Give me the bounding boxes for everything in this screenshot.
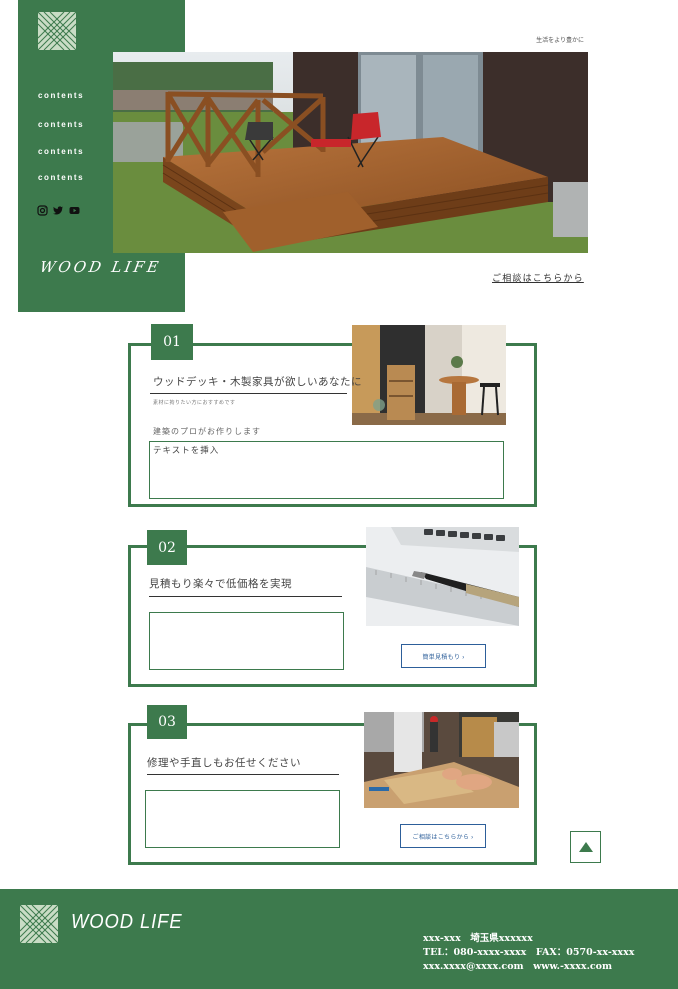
hero-image <box>113 52 588 253</box>
hero-tagline: 生活をより豊かに <box>536 38 584 44</box>
nav-item-1[interactable]: contents <box>38 91 84 100</box>
card-subtitle-small-1: 素材に拘りたい方におすすめです <box>153 400 236 406</box>
footer-web: xxx.xxxx@xxxx.com www.-xxxx.com <box>423 961 613 972</box>
card-title-3: 修理や手直しもお任せください <box>147 757 301 769</box>
card-textbox-3[interactable] <box>145 790 340 848</box>
card-image-2 <box>366 527 519 626</box>
card-rule-1 <box>150 393 347 394</box>
back-to-top-button[interactable] <box>570 831 601 863</box>
logo-icon[interactable] <box>38 12 76 50</box>
card-number-2: 02 <box>147 530 187 565</box>
consult-button[interactable]: ご相談はこちらから › <box>400 824 486 848</box>
arrow-up-icon <box>578 842 593 852</box>
card-image-3 <box>364 712 519 808</box>
card-rule-2 <box>149 596 342 597</box>
instagram-icon[interactable] <box>37 205 48 216</box>
consult-link[interactable]: ご相談はこちらから <box>492 271 584 284</box>
nav-item-4[interactable]: contents <box>38 173 84 182</box>
twitter-icon[interactable] <box>53 205 64 216</box>
footer-logo-icon[interactable] <box>20 905 58 943</box>
footer-brand: WOOD LIFE <box>71 911 183 933</box>
nav-item-2[interactable]: contents <box>38 120 84 129</box>
footer-address: xxx-xxx 埼玉県xxxxxx <box>423 933 533 944</box>
card-number-3: 03 <box>147 705 187 739</box>
card-title-2: 見積もり楽々で低価格を実現 <box>149 578 292 590</box>
social-links <box>37 205 80 216</box>
nav-item-3[interactable]: contents <box>38 147 84 156</box>
sidebar-brand: WOOD LIFE <box>38 258 163 276</box>
card-rule-3 <box>147 774 339 775</box>
card-number-1: 01 <box>151 324 193 360</box>
footer: WOOD LIFE xxx-xxx 埼玉県xxxxxx TEL：080-xxxx… <box>0 889 678 989</box>
card-title-1: ウッドデッキ・木製家具が欲しいあなたに <box>153 376 362 388</box>
card-textbox-1[interactable]: テキストを挿入 <box>149 441 504 499</box>
footer-phone: TEL：080-xxxx-xxxx FAX：0570-xx-xxxx <box>423 947 635 958</box>
estimate-button[interactable]: 簡単見積もり › <box>401 644 486 668</box>
card-subtitle-1: 建築のプロがお作りします <box>153 427 261 436</box>
card-textbox-2[interactable] <box>149 612 344 670</box>
youtube-icon[interactable] <box>69 205 80 216</box>
card-image-1 <box>352 325 506 425</box>
